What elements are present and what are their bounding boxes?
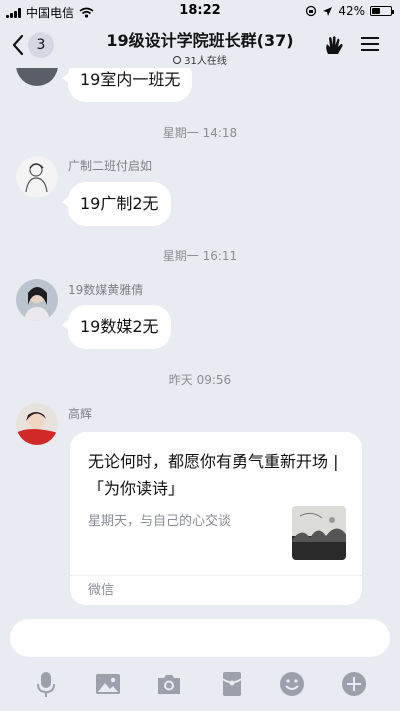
battery-fill (372, 8, 380, 14)
message-input[interactable] (10, 619, 390, 657)
camera-icon[interactable] (155, 670, 183, 698)
message-bubble[interactable]: 19数媒2无 (62, 305, 171, 349)
avatar[interactable] (16, 156, 58, 198)
menu-icon[interactable] (360, 34, 380, 54)
avatar[interactable] (16, 68, 58, 86)
message-list[interactable]: 19室内一班无 星期一 14:18 广制二班付启如 19广制2无 星期一 16:… (0, 68, 400, 608)
input-toolbar (0, 667, 400, 703)
battery-percent: 42% (338, 4, 365, 18)
chevron-left-icon (12, 34, 24, 56)
emoji-icon[interactable] (278, 670, 306, 698)
card-description: 星期天，与自己的心交谈 (88, 514, 232, 529)
location-icon (323, 6, 333, 16)
online-dot-icon (173, 55, 182, 64)
title-block[interactable]: 19级设计学院班长群(37) 31人在线 (80, 27, 320, 67)
time-separator: 昨天 09:56 (168, 373, 232, 387)
hand-wave-icon[interactable] (322, 34, 346, 58)
shared-link-card[interactable]: 无论何时，都愿你有勇气重新开场 | 「为你读诗」 星期天，与自己的心交谈 微信 (70, 432, 362, 605)
online-count: 31人在线 (184, 56, 227, 67)
microphone-icon[interactable] (32, 670, 60, 698)
sender-name: 广制二班付启如 (68, 159, 153, 173)
battery-icon (370, 6, 394, 16)
sender-name: 19数媒黄雅倩 (68, 283, 144, 297)
rotation-lock-icon (306, 5, 317, 17)
sender-name: 高辉 (68, 407, 93, 421)
plus-icon[interactable] (340, 670, 368, 698)
card-title: 无论何时，都愿你有勇气重新开场 | 「为你读诗」 (88, 452, 339, 498)
back-button[interactable]: 3 (12, 32, 54, 58)
message-bubble[interactable]: 19室内一班无 (61, 68, 193, 102)
group-title: 19级设计学院班长群(37) (106, 31, 294, 50)
online-status: 31人在线 (80, 52, 320, 67)
red-packet-icon[interactable] (218, 670, 246, 698)
time-separator: 星期一 16:11 (162, 249, 238, 263)
chat-header: 3 19级设计学院班长群(37) 31人在线 (0, 22, 400, 68)
card-source: 微信 (70, 575, 362, 605)
status-right: 42% (305, 4, 394, 18)
card-thumbnail (292, 506, 346, 560)
message-bubble[interactable]: 19广制2无 (62, 182, 171, 226)
time-separator: 星期一 14:18 (162, 126, 238, 140)
status-bar: 中国电信 18:22 42% (0, 0, 400, 22)
avatar[interactable] (16, 279, 58, 321)
image-icon[interactable] (94, 670, 122, 698)
avatar[interactable] (16, 403, 58, 445)
unread-count-badge: 3 (28, 32, 54, 58)
